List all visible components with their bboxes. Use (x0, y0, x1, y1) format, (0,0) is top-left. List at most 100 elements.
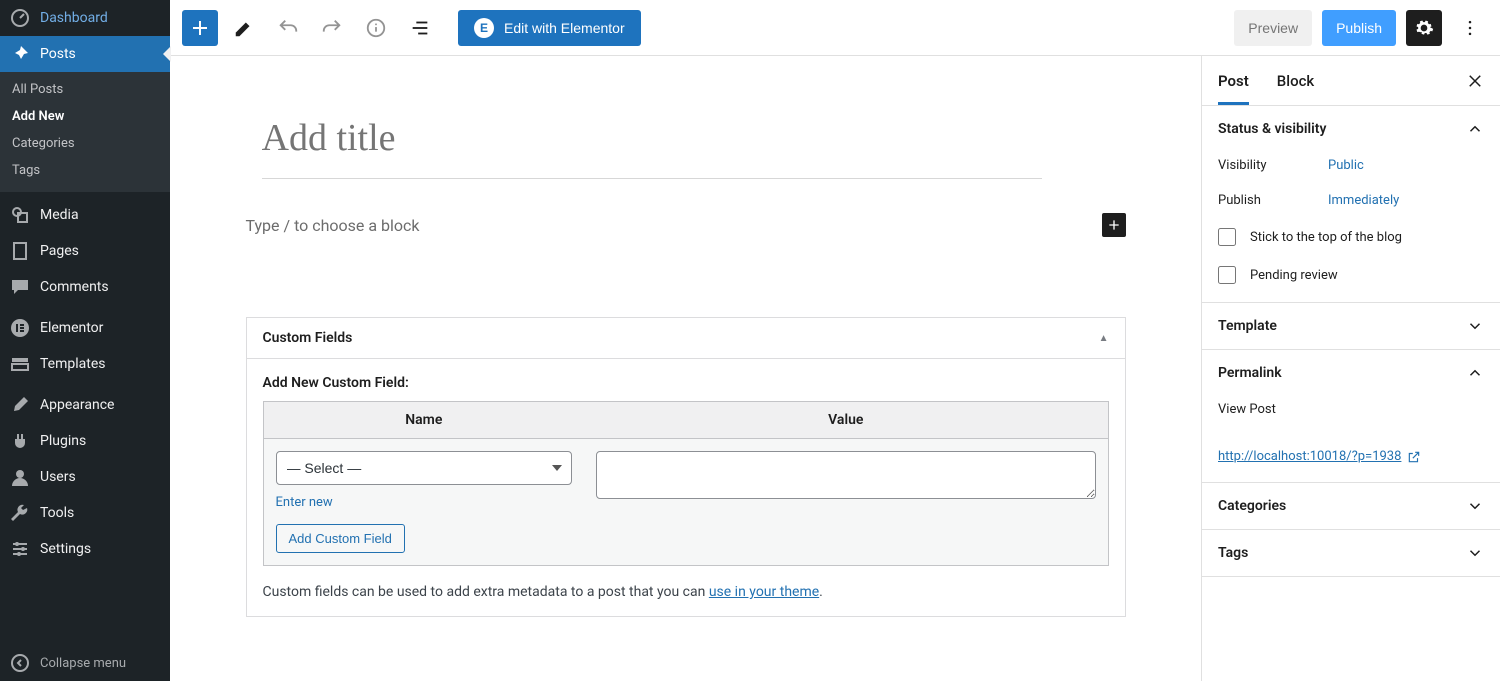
sidebar-item-pages[interactable]: Pages (0, 233, 170, 269)
sidebar-item-comments[interactable]: Comments (0, 269, 170, 305)
elementor-button-label: Edit with Elementor (504, 20, 625, 36)
sliders-icon (10, 539, 30, 559)
sidebar-item-dashboard[interactable]: Dashboard (0, 0, 170, 36)
more-menu-button[interactable] (1452, 10, 1488, 46)
submenu-add-new[interactable]: Add New (0, 103, 170, 130)
panel-toggle-tags[interactable]: Tags (1202, 530, 1500, 576)
sidebar-item-label: Settings (40, 541, 91, 557)
templates-icon (10, 354, 30, 374)
add-block-toggle-button[interactable] (182, 10, 218, 46)
title-separator (262, 178, 1042, 179)
cf-col-name: Name (263, 402, 584, 439)
block-placeholder-text[interactable]: Type / to choose a block (246, 216, 420, 235)
cf-help-link[interactable]: use in your theme (709, 584, 819, 600)
redo-button[interactable] (314, 10, 350, 46)
content-area: E Edit with Elementor Preview Publish Ty… (170, 0, 1500, 681)
sidebar-item-appearance[interactable]: Appearance (0, 387, 170, 423)
publish-label: Publish (1218, 193, 1328, 208)
cf-col-value: Value (584, 402, 1108, 439)
panel-heading-categories: Categories (1218, 498, 1286, 514)
custom-fields-toggle[interactable]: Custom Fields ▲ (247, 318, 1125, 359)
page-icon (10, 241, 30, 261)
sidebar-item-settings[interactable]: Settings (0, 531, 170, 567)
sidebar-item-label: Templates (40, 356, 106, 372)
chevron-up-icon (1466, 120, 1484, 138)
admin-sidebar: Dashboard Posts All Posts Add New Catego… (0, 0, 170, 681)
editor-canvas: Type / to choose a block Custom Fields ▲… (170, 56, 1201, 681)
sidebar-item-label: Tools (40, 505, 74, 521)
close-panel-button[interactable] (1466, 72, 1484, 90)
elementor-icon (10, 318, 30, 338)
user-icon (10, 467, 30, 487)
panel-heading-permalink: Permalink (1218, 365, 1282, 381)
undo-button[interactable] (270, 10, 306, 46)
panel-toggle-permalink[interactable]: Permalink (1202, 350, 1500, 396)
inline-add-block-button[interactable] (1102, 213, 1126, 237)
preview-button[interactable]: Preview (1234, 10, 1312, 46)
chevron-down-icon (1466, 317, 1484, 335)
sidebar-item-posts[interactable]: Posts (0, 36, 170, 72)
stick-checkbox[interactable] (1218, 228, 1236, 246)
post-title-input[interactable] (262, 116, 1142, 168)
editor-topbar: E Edit with Elementor Preview Publish (170, 0, 1500, 56)
cf-help-text: Custom fields can be used to add extra m… (263, 584, 1109, 600)
cf-enter-new-link[interactable]: Enter new (276, 495, 333, 510)
panel-heading-status: Status & visibility (1218, 121, 1326, 137)
submenu-all-posts[interactable]: All Posts (0, 76, 170, 103)
panel-toggle-status[interactable]: Status & visibility (1202, 106, 1500, 152)
cf-name-select[interactable]: — Select — (276, 451, 573, 485)
stick-checkbox-row[interactable]: Stick to the top of the blog (1218, 228, 1484, 246)
collapse-label: Collapse menu (40, 656, 126, 671)
chevron-up-icon (1466, 364, 1484, 382)
tab-block[interactable]: Block (1277, 56, 1314, 105)
add-custom-field-button[interactable]: Add Custom Field (276, 524, 405, 553)
submenu-categories[interactable]: Categories (0, 130, 170, 157)
sidebar-item-label: Comments (40, 279, 109, 295)
sidebar-item-plugins[interactable]: Plugins (0, 423, 170, 459)
pending-checkbox[interactable] (1218, 266, 1236, 284)
panel-toggle-template[interactable]: Template (1202, 303, 1500, 349)
outline-button[interactable] (402, 10, 438, 46)
collapse-menu-button[interactable]: Collapse menu (0, 645, 170, 681)
media-icon (10, 205, 30, 225)
publish-date-button[interactable]: Immediately (1328, 193, 1399, 208)
visibility-label: Visibility (1218, 158, 1328, 173)
pending-label: Pending review (1250, 268, 1338, 283)
sidebar-item-templates[interactable]: Templates (0, 346, 170, 382)
sidebar-item-label: Dashboard (40, 10, 108, 26)
edit-tool-button[interactable] (226, 10, 262, 46)
sidebar-item-label: Elementor (40, 320, 103, 336)
settings-gear-button[interactable] (1406, 10, 1442, 46)
custom-fields-heading: Custom Fields (263, 330, 353, 346)
sidebar-item-label: Appearance (40, 397, 114, 413)
sidebar-item-users[interactable]: Users (0, 459, 170, 495)
pending-checkbox-row[interactable]: Pending review (1218, 266, 1484, 284)
submenu-tags[interactable]: Tags (0, 157, 170, 184)
sidebar-item-label: Media (40, 207, 79, 223)
publish-button[interactable]: Publish (1322, 10, 1396, 46)
elementor-logo-icon: E (474, 18, 494, 38)
cf-value-textarea[interactable] (596, 451, 1095, 499)
caret-up-icon: ▲ (1099, 333, 1109, 344)
collapse-icon (10, 653, 30, 673)
sidebar-item-media[interactable]: Media (0, 197, 170, 233)
panel-toggle-categories[interactable]: Categories (1202, 483, 1500, 529)
sidebar-item-elementor[interactable]: Elementor (0, 310, 170, 346)
sidebar-item-tools[interactable]: Tools (0, 495, 170, 531)
sidebar-item-label: Users (40, 469, 76, 485)
info-button[interactable] (358, 10, 394, 46)
edit-with-elementor-button[interactable]: E Edit with Elementor (458, 10, 641, 46)
brush-icon (10, 395, 30, 415)
settings-sidebar: Post Block Status & visibility Visibilit… (1201, 56, 1500, 681)
custom-fields-metabox: Custom Fields ▲ Add New Custom Field: Na… (246, 317, 1126, 617)
posts-submenu: All Posts Add New Categories Tags (0, 72, 170, 192)
sidebar-item-label: Plugins (40, 433, 86, 449)
view-post-label: View Post (1218, 402, 1484, 417)
visibility-button[interactable]: Public (1328, 158, 1364, 173)
permalink-url-link[interactable]: http://localhost:10018/?p=1938 (1218, 449, 1484, 464)
plug-icon (10, 431, 30, 451)
add-new-cf-label: Add New Custom Field: (263, 375, 1109, 391)
panel-heading-template: Template (1218, 318, 1277, 334)
tab-post[interactable]: Post (1218, 56, 1249, 105)
wrench-icon (10, 503, 30, 523)
